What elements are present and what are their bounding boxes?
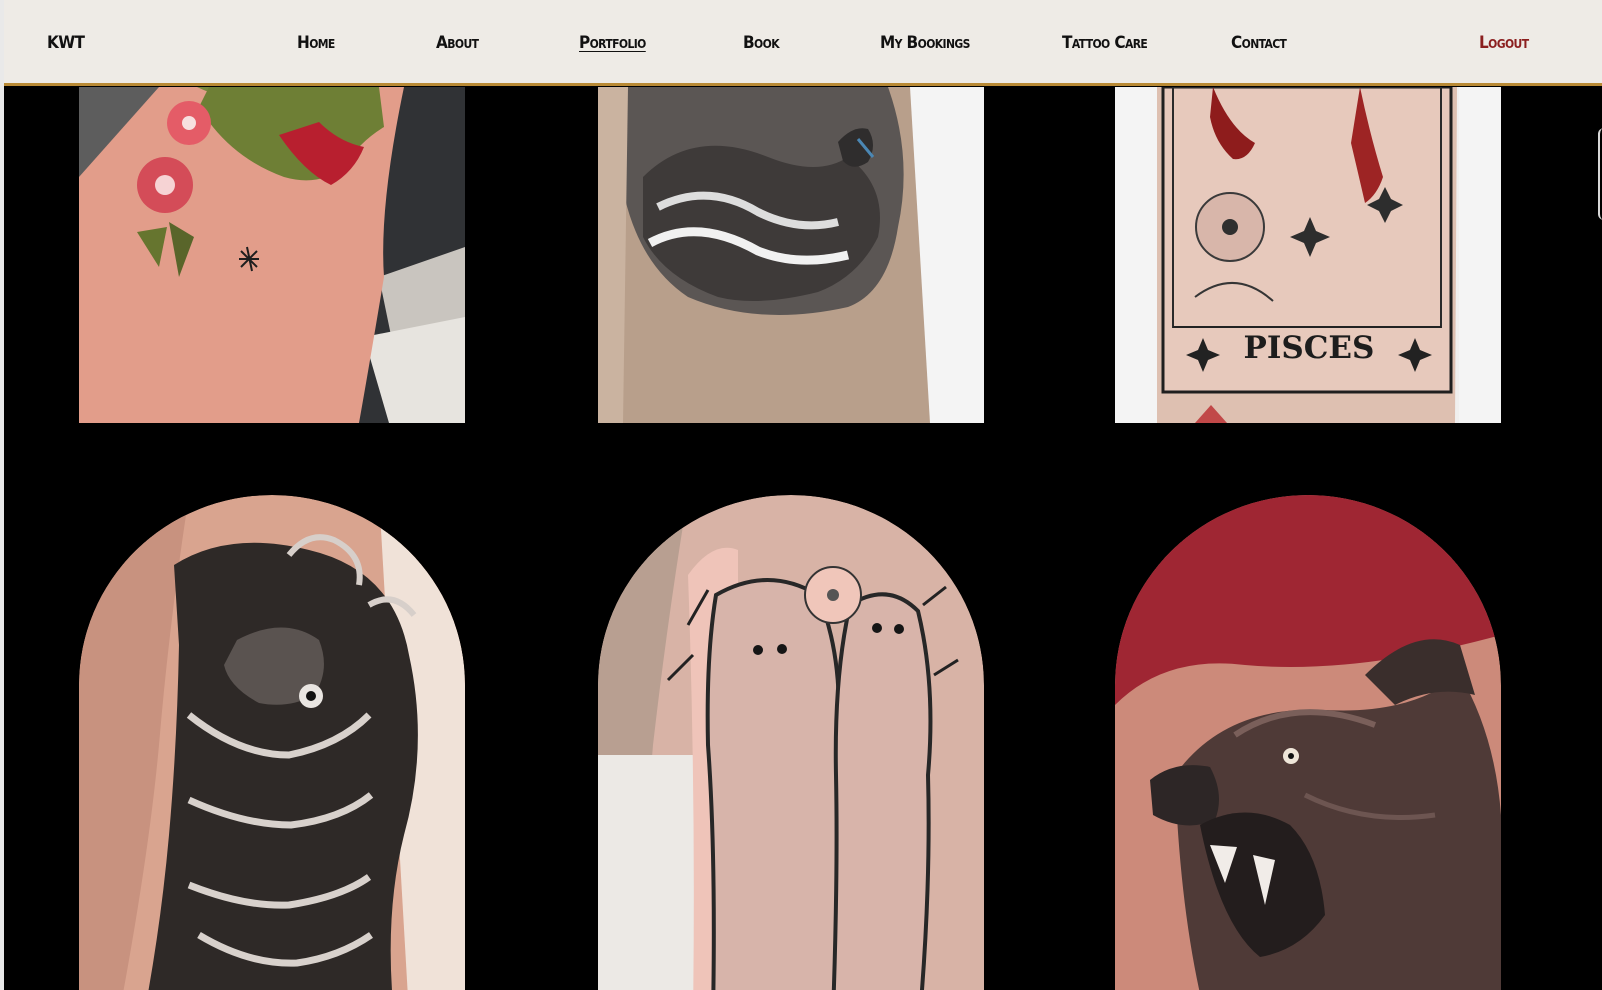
portfolio-gallery: PISCES [0, 0, 1602, 990]
tattoo-image-wolf[interactable] [1115, 495, 1501, 990]
logout-link[interactable]: Logout [1479, 31, 1529, 55]
nav-book[interactable]: Book [743, 31, 780, 55]
nav-portfolio[interactable]: Portfolio [579, 31, 646, 55]
top-navigation: KWT Home About Portfolio Book My Booking… [4, 0, 1602, 86]
gallery-tile-ghosts[interactable] [598, 495, 984, 990]
tattoo-image-pisces[interactable]: PISCES [1115, 87, 1501, 423]
gallery-tile-wolf[interactable] [1115, 495, 1501, 990]
tattoo-image-koi[interactable] [79, 495, 465, 990]
page-scroll-gutter [1568, 0, 1602, 990]
page-viewport: PISCES KWT Home About Portfolio Book My … [0, 0, 1602, 990]
nav-contact[interactable]: Contact [1231, 31, 1287, 55]
nav-my-bookings[interactable]: My Bookings [880, 31, 970, 55]
brand-logo[interactable]: KWT [47, 31, 85, 55]
gallery-tile-dinosaurs[interactable] [598, 87, 984, 423]
tattoo-image-ghosts[interactable] [598, 495, 984, 990]
page-left-edge [0, 0, 4, 990]
tattoo-image-dinosaurs[interactable] [598, 87, 984, 423]
nav-tattoo-care[interactable]: Tattoo Care [1062, 31, 1148, 55]
gallery-tile-trex[interactable] [79, 87, 465, 423]
tattoo-image-trex[interactable] [79, 87, 465, 423]
pisces-card-text: PISCES [1244, 330, 1375, 366]
scroll-handle-outline [1598, 128, 1602, 220]
gallery-tile-pisces[interactable]: PISCES [1115, 87, 1501, 423]
nav-about[interactable]: About [436, 31, 479, 55]
gallery-tile-koi[interactable] [79, 495, 465, 990]
nav-home[interactable]: Home [297, 31, 335, 55]
